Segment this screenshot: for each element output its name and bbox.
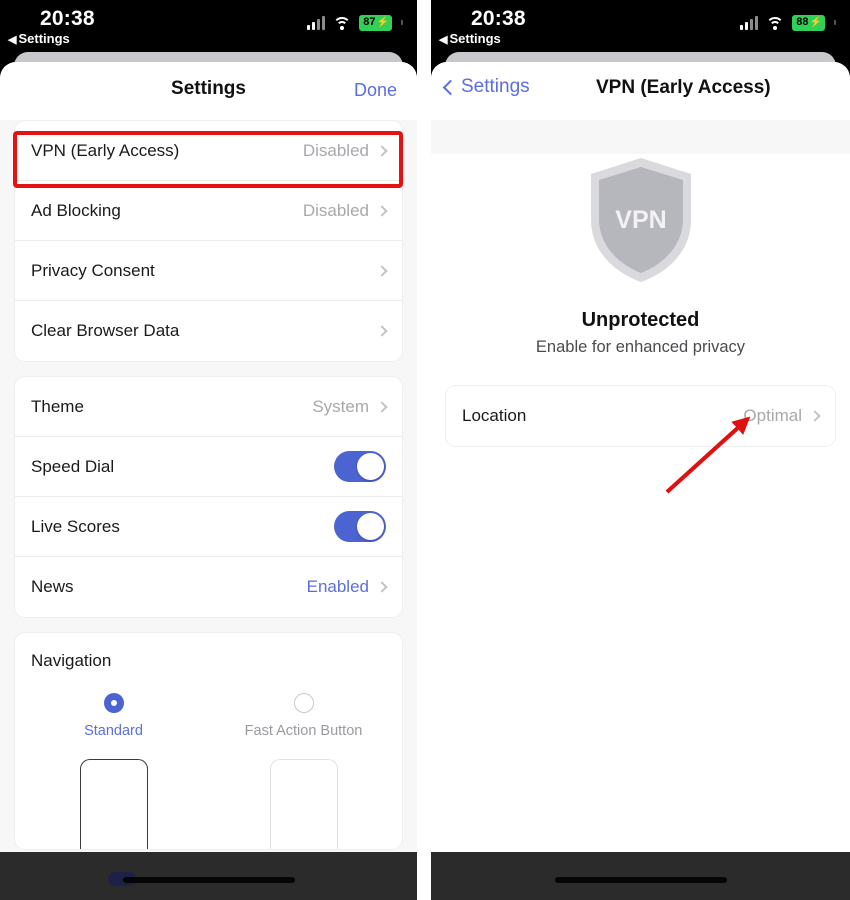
phone-left-settings: 20:38 ◀ Settings 87 ⚡ Settings Done VPN (E… (0, 0, 417, 900)
speed-dial-toggle[interactable] (334, 451, 386, 482)
row-label: News (31, 577, 74, 596)
shield-label: VPN (615, 206, 666, 234)
phone-right-vpn: 20:38 ◀ Settings 88 ⚡ Settings VPN (Early … (431, 0, 850, 900)
row-label: Clear Browser Data (31, 321, 180, 340)
settings-row-privacy-consent[interactable]: Privacy Consent (15, 241, 402, 301)
settings-group-privacy: VPN (Early Access) Disabled Ad Blocking … (14, 120, 403, 362)
vpn-subtitle: Enable for enhanced privacy (535, 338, 746, 356)
settings-row-live-scores[interactable]: Live Scores (15, 497, 402, 557)
done-button[interactable]: Done (354, 80, 397, 101)
battery-level: 87 (363, 16, 376, 28)
settings-group-general: Theme System Speed Dial Live Scores News… (14, 376, 403, 618)
chevron-right-icon (376, 264, 388, 277)
settings-sheet: Settings Done VPN (Early Access) Disable… (0, 62, 417, 900)
settings-navbar: Settings Done (0, 62, 417, 120)
settings-row-speed-dial[interactable]: Speed Dial (15, 437, 402, 497)
home-indicator[interactable] (122, 877, 295, 883)
row-value: System (312, 396, 369, 416)
vpn-sheet: Settings VPN (Early Access) VPN Unprotec… (431, 62, 850, 900)
chevron-right-icon (376, 581, 388, 593)
phone-preview-standard (79, 759, 148, 849)
chevron-right-icon (376, 400, 388, 413)
battery-level: 88 (796, 16, 809, 28)
battery-badge: 88 ⚡ (792, 15, 825, 31)
settings-row-ad-blocking[interactable]: Ad Blocking Disabled (15, 181, 402, 241)
status-indicators: 88 ⚡ (740, 15, 836, 31)
battery-cap (401, 20, 403, 26)
vpn-status-text: Unprotected (581, 309, 700, 331)
row-value: Disabled (302, 140, 369, 160)
cellular-bars-icon (740, 15, 759, 30)
row-label: Location (462, 406, 527, 425)
row-value: Optimal (743, 406, 802, 425)
back-button[interactable]: Settings (442, 76, 530, 98)
radio-unselected-icon[interactable] (293, 693, 314, 713)
wifi-icon (766, 16, 785, 30)
row-label: VPN (Early Access) (31, 140, 180, 160)
status-back-to-settings[interactable]: ◀ Settings (439, 31, 501, 46)
wifi-icon (333, 16, 352, 30)
row-label: Theme (31, 396, 84, 416)
status-back-label: Settings (18, 31, 70, 46)
status-back-label: Settings (449, 31, 501, 46)
settings-row-vpn[interactable]: VPN (Early Access) Disabled (15, 121, 402, 181)
chevron-right-icon (809, 410, 821, 422)
vpn-navbar: Settings VPN (Early Access) (431, 62, 850, 120)
row-label: Ad Blocking (31, 200, 121, 220)
row-label: Live Scores (31, 516, 120, 536)
navigation-section-title: Navigation (31, 651, 112, 670)
cellular-bars-icon (307, 15, 326, 30)
toggle-knob (357, 453, 384, 480)
phone-preview-fast-action (269, 759, 338, 849)
home-indicator[interactable] (554, 877, 727, 883)
battery-badge: 87 ⚡ (359, 15, 392, 31)
status-indicators: 87 ⚡ (307, 15, 403, 31)
live-scores-toggle[interactable] (334, 511, 386, 542)
nav-option-fast-action-button[interactable]: Fast Action Button (240, 693, 368, 849)
settings-row-theme[interactable]: Theme System (15, 377, 402, 437)
triangle-left-icon: ◀ (439, 34, 448, 46)
vpn-location-card: Location Optimal (445, 385, 836, 447)
row-label: Speed Dial (31, 456, 115, 476)
settings-row-news[interactable]: News Enabled (15, 557, 402, 617)
vpn-row-location[interactable]: Location Optimal (446, 386, 835, 446)
chevron-right-icon (376, 204, 388, 217)
row-value: Disabled (302, 200, 369, 220)
chevron-right-icon (376, 144, 388, 157)
nav-option-standard[interactable]: Standard (50, 693, 178, 849)
chevron-right-icon (376, 325, 388, 337)
nav-option-label: Fast Action Button (244, 723, 363, 739)
settings-row-clear-browser-data[interactable]: Clear Browser Data (15, 301, 402, 361)
triangle-left-icon: ◀ (8, 34, 17, 46)
row-value: Enabled (306, 577, 369, 596)
vpn-content: VPN Unprotected Enable for enhanced priv… (431, 154, 850, 900)
bolt-icon: ⚡ (809, 16, 822, 28)
row-label: Privacy Consent (31, 260, 155, 280)
radio-selected-icon[interactable] (103, 693, 124, 713)
bolt-icon: ⚡ (376, 16, 389, 28)
battery-cap (834, 20, 836, 26)
settings-group-navigation: Navigation Standard Fast Action Button (14, 632, 403, 850)
nav-option-label: Standard (84, 723, 143, 739)
status-back-to-settings[interactable]: ◀ Settings (8, 31, 70, 46)
back-label: Settings (461, 76, 530, 97)
bottom-bar-right (431, 852, 850, 900)
chevron-left-icon (442, 79, 459, 96)
bottom-bar-left (0, 852, 417, 900)
page-title: VPN (Early Access) (596, 77, 771, 98)
status-time: 20:38 (471, 7, 526, 30)
shield-icon: VPN (583, 154, 699, 291)
toggle-knob (357, 513, 384, 540)
status-time: 20:38 (40, 7, 95, 30)
